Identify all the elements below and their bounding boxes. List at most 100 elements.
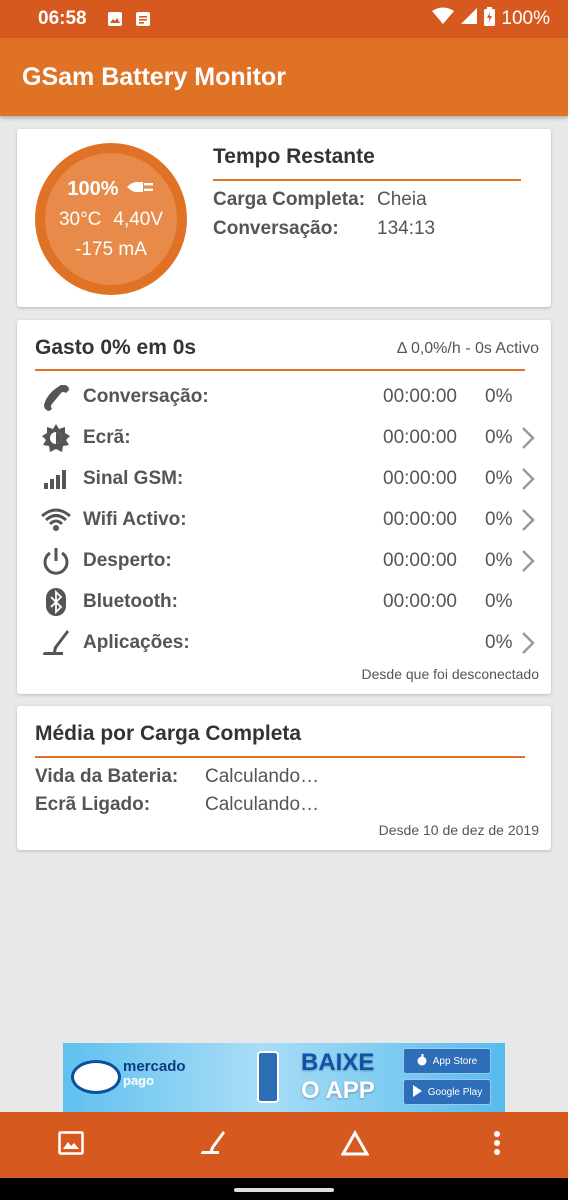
- status-time: 06:58: [38, 8, 87, 29]
- full-charge-label: Carga Completa:: [213, 189, 366, 210]
- usage-time: 00:00:00: [383, 426, 457, 448]
- usage-time: 00:00:00: [383, 549, 457, 571]
- gauge-voltage: 4,40V: [113, 208, 164, 230]
- gauge-top: 100%: [67, 178, 154, 201]
- nav-image-button[interactable]: [41, 1120, 101, 1170]
- usage-row-apps[interactable]: Aplicações: 0%: [17, 622, 551, 663]
- image-icon: [58, 1130, 84, 1160]
- usage-row-awake[interactable]: Desperto: 00:00:00 0%: [17, 540, 551, 581]
- title-divider: [35, 756, 525, 758]
- battery-percent: 100%: [501, 8, 550, 29]
- bottom-nav: [0, 1112, 568, 1178]
- usage-time: 00:00:00: [383, 590, 457, 612]
- more-vert-icon: [493, 1130, 501, 1161]
- average-card: Média por Carga Completa Vida da Bateria…: [17, 706, 551, 850]
- usage-title: Gasto 0% em 0s: [35, 336, 197, 359]
- battery-life-value: Calculando…: [205, 766, 320, 787]
- usage-card: Gasto 0% em 0s Δ 0,0%/h - 0s Activo Conv…: [17, 320, 551, 694]
- usage-name: Desperto:: [83, 549, 172, 571]
- title-divider: [213, 179, 521, 181]
- usage-row-gsm[interactable]: Sinal GSM: 00:00:00 0%: [17, 458, 551, 499]
- usage-delta: Δ 0,0%/h - 0s Activo: [396, 340, 539, 357]
- ad-cta-line2: O APP: [301, 1077, 375, 1104]
- battery-summary-card: 100% 30°C 4,40V -175 mA Tempo Restante C…: [17, 129, 551, 307]
- brightness-icon: [39, 421, 73, 455]
- app-bar: GSam Battery Monitor: [0, 38, 568, 116]
- chevron-right-icon[interactable]: [521, 628, 541, 658]
- usage-name: Sinal GSM:: [83, 467, 184, 489]
- bluetooth-icon: [39, 585, 73, 619]
- gauge-percent: 100%: [67, 177, 119, 200]
- usage-time: 00:00:00: [383, 508, 457, 530]
- ad-brand-line2: pago: [123, 1073, 155, 1088]
- talk-time-row: Conversação: 134:13: [213, 218, 435, 240]
- usage-percent: 0%: [485, 426, 513, 448]
- signal-icon: [39, 462, 73, 496]
- app-title: GSam Battery Monitor: [22, 62, 286, 91]
- usage-row-wifi[interactable]: Wifi Activo: 00:00:00 0%: [17, 499, 551, 540]
- chevron-right-icon[interactable]: [521, 546, 541, 576]
- usage-name: Wifi Activo:: [83, 508, 187, 530]
- handshake-logo-icon: [71, 1060, 121, 1094]
- talk-time-label: Conversação:: [213, 218, 339, 239]
- phone-illustration-icon: [257, 1051, 279, 1103]
- play-icon: [412, 1084, 422, 1100]
- usage-time: 00:00:00: [383, 467, 457, 489]
- usage-name: Conversação:: [83, 385, 209, 407]
- usage-percent: 0%: [485, 631, 513, 653]
- power-icon: [39, 544, 73, 578]
- plug-icon: [125, 178, 155, 201]
- chevron-right-icon[interactable]: [521, 505, 541, 535]
- apps-nav-icon: [199, 1130, 227, 1161]
- battery-life-label: Vida da Bateria:: [35, 766, 179, 787]
- gauge-inner: 100% 30°C 4,40V -175 mA: [45, 153, 177, 285]
- wifi-icon: [39, 503, 73, 537]
- ad-brand-line1: mercado: [123, 1058, 186, 1075]
- google-play-label: Google Play: [427, 1086, 483, 1098]
- usage-footer: Desde que foi desconectado: [361, 666, 539, 682]
- ad-banner[interactable]: mercado pago BAIXE O APP App Store Googl…: [63, 1043, 505, 1112]
- apps-icon: [39, 626, 73, 660]
- battery-gauge[interactable]: 100% 30°C 4,40V -175 mA: [35, 143, 187, 295]
- gauge-current: -175 mA: [75, 238, 147, 260]
- image-notification-icon: [107, 11, 123, 27]
- chevron-right-icon[interactable]: [521, 423, 541, 453]
- usage-name: Ecrã:: [83, 426, 131, 448]
- usage-row-bluetooth: Bluetooth: 00:00:00 0%: [17, 581, 551, 622]
- chevron-right-icon[interactable]: [521, 464, 541, 494]
- ad-brand: mercado pago: [123, 1058, 186, 1088]
- app-store-badge[interactable]: App Store: [403, 1048, 491, 1074]
- apple-icon: [417, 1053, 427, 1069]
- title-divider: [35, 369, 525, 371]
- message-notification-icon: [135, 11, 151, 27]
- nav-delta-button[interactable]: [325, 1120, 385, 1170]
- usage-percent: 0%: [485, 590, 513, 612]
- ad-cta-line1: BAIXE: [301, 1049, 375, 1076]
- status-bar: 06:58 100%: [0, 0, 568, 38]
- cell-signal-icon: [460, 7, 478, 31]
- google-play-badge[interactable]: Google Play: [403, 1079, 491, 1105]
- home-gesture-handle[interactable]: [234, 1188, 334, 1192]
- usage-percent: 0%: [485, 508, 513, 530]
- screen-on-label: Ecrã Ligado:: [35, 794, 151, 815]
- nav-apps-button[interactable]: [183, 1120, 243, 1170]
- wifi-status-icon: [432, 7, 455, 31]
- ad-cta: BAIXE O APP: [301, 1049, 375, 1105]
- nav-more-button[interactable]: [467, 1120, 527, 1170]
- usage-time: 00:00:00: [383, 385, 457, 407]
- usage-percent: 0%: [485, 549, 513, 571]
- gauge-temperature: 30°C: [58, 208, 102, 230]
- delta-icon: [340, 1129, 370, 1161]
- phone-icon: [39, 380, 73, 414]
- gauge-mid: 30°C 4,40V: [59, 209, 163, 231]
- usage-row-screen[interactable]: Ecrã: 00:00:00 0%: [17, 417, 551, 458]
- usage-percent: 0%: [485, 385, 513, 407]
- time-remaining-title: Tempo Restante: [213, 145, 375, 168]
- battery-charging-icon: [484, 6, 496, 32]
- usage-name: Aplicações:: [83, 631, 190, 653]
- average-title: Média por Carga Completa: [35, 722, 302, 745]
- screen-on-row: Ecrã Ligado: Calculando…: [35, 794, 319, 816]
- usage-percent: 0%: [485, 467, 513, 489]
- usage-row-talk: Conversação: 00:00:00 0%: [17, 376, 551, 417]
- screen-on-value: Calculando…: [205, 794, 320, 815]
